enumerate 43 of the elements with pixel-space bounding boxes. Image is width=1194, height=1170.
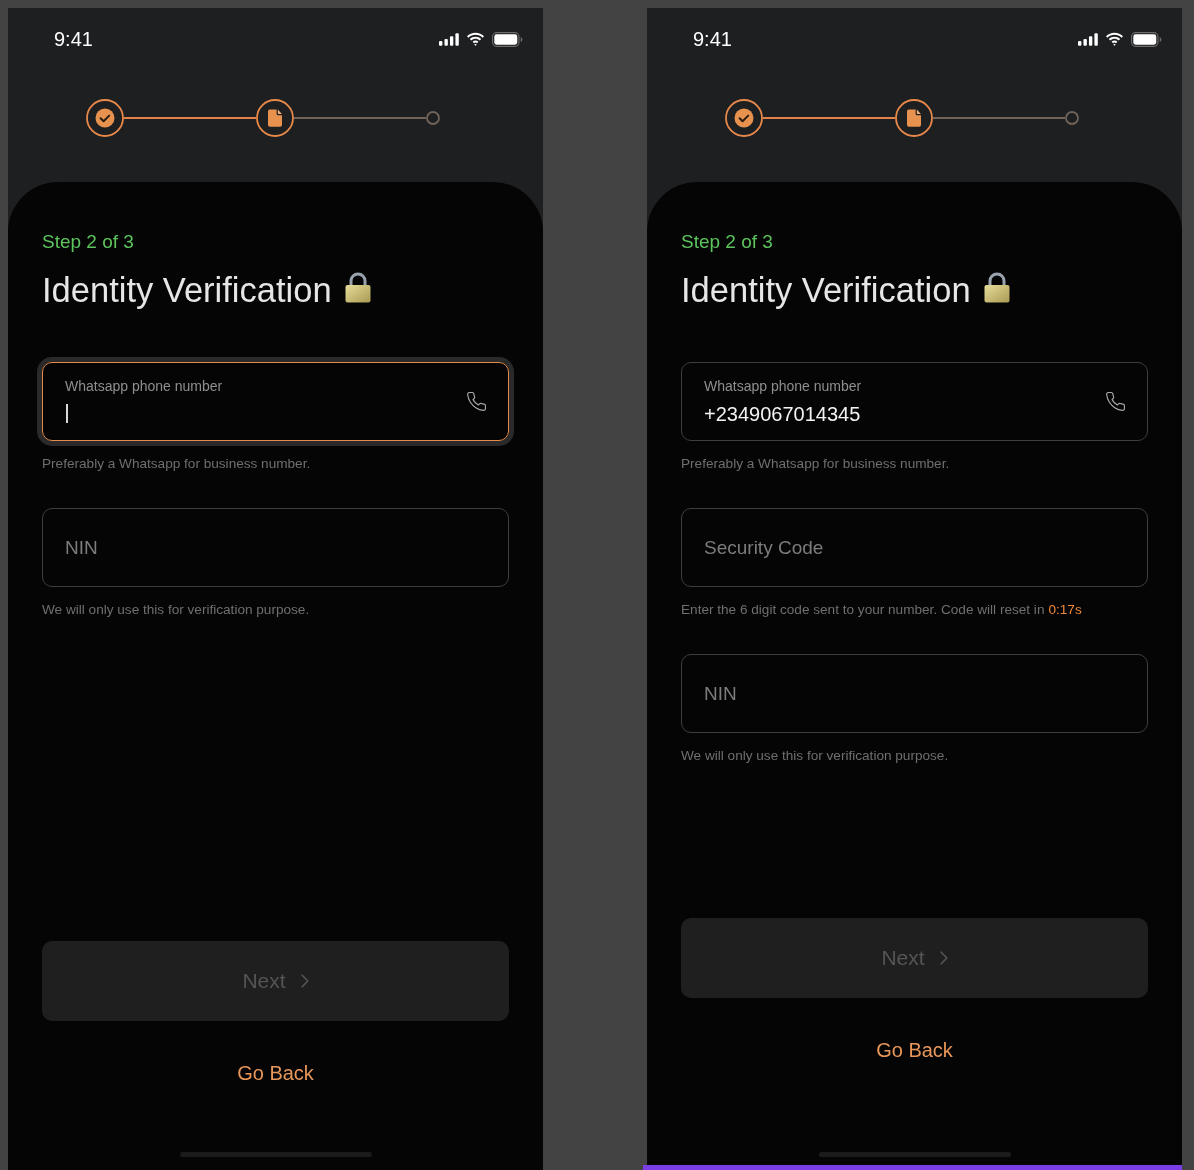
input-field[interactable]: NIN — [42, 508, 509, 587]
status-time: 9:41 — [693, 27, 732, 51]
helper-text: Preferably a Whatsapp for business number. — [42, 455, 311, 473]
chevron-right-icon — [939, 951, 948, 965]
field-placeholder: NIN — [704, 681, 737, 706]
helper-text: Enter the 6 digit code sent to your number. Code will reset in — [681, 601, 1045, 619]
padlock-icon — [344, 271, 371, 303]
field-placeholder: Security Code — [704, 535, 824, 560]
field-value: +2349067014345 — [704, 401, 861, 426]
helper-text: We will only use this for verification purpose. — [42, 601, 310, 619]
wifi-icon — [466, 32, 485, 46]
ring-icon — [426, 111, 440, 125]
input-field[interactable]: Security Code — [681, 508, 1148, 587]
go-back-link[interactable]: Go Back — [876, 1038, 953, 1062]
document-circle-icon — [256, 99, 294, 137]
countdown-timer: 0:17s — [1048, 601, 1082, 619]
field-label: Whatsapp phone number — [65, 377, 223, 395]
battery-icon — [1131, 31, 1162, 47]
check-circle-icon — [86, 99, 124, 137]
cellular-signal-icon — [1078, 32, 1098, 46]
helper-text: Preferably a Whatsapp for business number. — [681, 455, 950, 473]
go-back-link[interactable]: Go Back — [237, 1061, 314, 1085]
page-title: Identity Verification — [42, 270, 332, 311]
page-title: Identity Verification — [681, 270, 971, 311]
wifi-icon — [1105, 32, 1124, 46]
phone-icon — [1106, 392, 1125, 411]
step-label: Step 2 of 3 — [42, 230, 134, 254]
check-circle-icon — [725, 99, 763, 137]
chevron-right-icon — [300, 974, 309, 988]
helper-text: We will only use this for verification purpose. — [681, 747, 949, 765]
ring-icon — [1065, 111, 1079, 125]
padlock-icon — [983, 271, 1010, 303]
field-label: Whatsapp phone number — [704, 377, 862, 395]
status-time: 9:41 — [54, 27, 93, 51]
battery-icon — [492, 31, 523, 47]
cellular-signal-icon — [439, 32, 459, 46]
step-label: Step 2 of 3 — [681, 230, 773, 254]
input-field[interactable]: Whatsapp phone number +2349067014345 — [681, 362, 1148, 441]
field-placeholder: NIN — [65, 535, 98, 560]
text-cursor-icon — [66, 404, 68, 423]
phone-icon — [467, 392, 486, 411]
document-circle-icon — [895, 99, 933, 137]
input-field[interactable]: NIN — [681, 654, 1148, 733]
